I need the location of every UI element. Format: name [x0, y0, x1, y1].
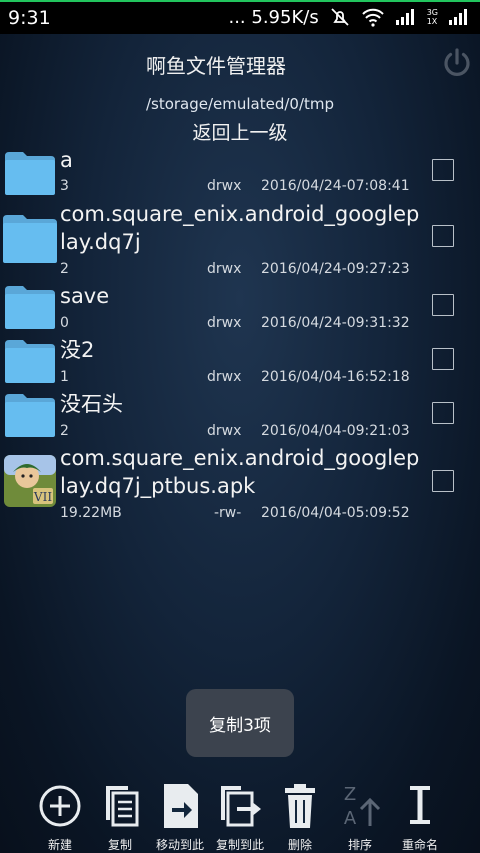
- permissions: -rw-: [214, 505, 242, 521]
- new-label: 新建: [47, 838, 72, 852]
- select-checkbox[interactable]: [432, 294, 454, 316]
- power-button[interactable]: [440, 46, 474, 80]
- file-name: com.square_enix.android_googleplay.dq7j_…: [60, 446, 420, 498]
- file-name: 没2: [60, 338, 95, 362]
- modified-date: 2016/04/24-09:27:23: [261, 261, 410, 277]
- permissions: drwx: [207, 178, 242, 194]
- list-item[interactable]: save 0 drwx 2016/04/24-09:31:32: [0, 282, 480, 336]
- signal-bars-2-icon: [448, 8, 470, 26]
- trash-icon: [285, 784, 315, 828]
- modified-date: 2016/04/04-05:09:52: [261, 505, 410, 521]
- sort-button[interactable]: Z A 排序: [330, 778, 390, 852]
- folder-icon: [5, 340, 55, 383]
- copy-button[interactable]: 复制: [90, 778, 150, 852]
- select-checkbox[interactable]: [432, 402, 454, 424]
- power-icon: [444, 48, 470, 76]
- move-here-label: 移动到此: [155, 838, 204, 852]
- permissions: drwx: [207, 261, 242, 277]
- file-name: save: [60, 284, 110, 308]
- copy-to-icon: [221, 786, 261, 827]
- item-count: 1: [60, 369, 69, 385]
- select-checkbox[interactable]: [432, 348, 454, 370]
- permissions: drwx: [207, 423, 242, 439]
- add-circle-icon: [39, 785, 81, 827]
- select-checkbox[interactable]: [432, 159, 454, 181]
- file-name: com.square_enix.android_googleplay.dq7j: [60, 202, 420, 254]
- svg-text:VII: VII: [33, 490, 52, 504]
- rename-cursor-icon: [410, 786, 430, 824]
- delete-label: 删除: [287, 838, 312, 852]
- network-speed: ... 5.95K/s: [228, 6, 319, 28]
- folder-icon: [5, 394, 55, 437]
- copy-here-button[interactable]: 复制到此: [210, 778, 270, 852]
- item-count: 3: [60, 178, 69, 194]
- copy-icon: [106, 786, 139, 827]
- item-count: 0: [60, 315, 69, 331]
- sort-label: 排序: [347, 838, 372, 852]
- folder-icon: [5, 152, 55, 195]
- item-count: 2: [60, 261, 69, 277]
- network-type-label: 3G 1X: [426, 8, 438, 26]
- up-level-button[interactable]: 返回上一级: [0, 118, 480, 145]
- list-item[interactable]: 没石头 2 drwx 2016/04/04-09:21:03: [0, 390, 480, 444]
- list-item[interactable]: com.square_enix.android_googleplay.dq7j …: [0, 200, 480, 282]
- modified-date: 2016/04/04-09:21:03: [261, 423, 410, 439]
- permissions: drwx: [207, 369, 242, 385]
- move-here-button[interactable]: 移动到此: [150, 778, 210, 852]
- copy-here-label: 复制到此: [215, 838, 264, 852]
- folder-icon: [3, 215, 57, 263]
- signal-bars-1-icon: [395, 8, 417, 26]
- apk-app-icon: VII: [4, 455, 56, 507]
- item-count: 2: [60, 423, 69, 439]
- status-bar: 9:31 ... 5.95K/s 3G 1X: [0, 0, 480, 34]
- file-name: 没石头: [60, 392, 123, 416]
- file-size: 19.22MB: [60, 505, 122, 521]
- list-item[interactable]: 没2 1 drwx 2016/04/04-16:52:18: [0, 336, 480, 390]
- wifi-icon: [361, 7, 385, 27]
- sort-az-icon: Z A: [344, 784, 381, 829]
- svg-text:Z: Z: [344, 784, 356, 805]
- delete-button[interactable]: 删除: [270, 778, 330, 852]
- copy-label: 复制: [107, 838, 132, 852]
- list-item[interactable]: VII com.square_enix.android_googleplay.d…: [0, 444, 480, 524]
- file-name: a: [60, 148, 73, 172]
- modified-date: 2016/04/04-16:52:18: [261, 369, 410, 385]
- select-checkbox[interactable]: [432, 225, 454, 247]
- svg-text:A: A: [344, 808, 357, 829]
- permissions: drwx: [207, 315, 242, 331]
- mute-icon: [329, 6, 351, 28]
- app-title: 啊鱼文件管理器: [146, 54, 286, 78]
- folder-icon: [5, 286, 55, 329]
- modified-date: 2016/04/24-07:08:41: [261, 178, 410, 194]
- bottom-toolbar: 新建 复制 移动到此 复制到此 删除 Z A 排序 重命名: [0, 778, 480, 853]
- rename-label: 重命名: [401, 838, 438, 852]
- new-button[interactable]: 新建: [30, 778, 90, 852]
- modified-date: 2016/04/24-09:31:32: [261, 315, 410, 331]
- select-checkbox[interactable]: [432, 470, 454, 492]
- toast-message: 复制3项: [186, 689, 294, 757]
- current-path: /storage/emulated/0/tmp: [145, 95, 335, 113]
- clock-time: 9:31: [8, 7, 51, 29]
- rename-button[interactable]: 重命名: [390, 778, 450, 852]
- move-file-icon: [164, 784, 198, 828]
- list-item[interactable]: a 3 drwx 2016/04/24-07:08:41: [0, 146, 480, 200]
